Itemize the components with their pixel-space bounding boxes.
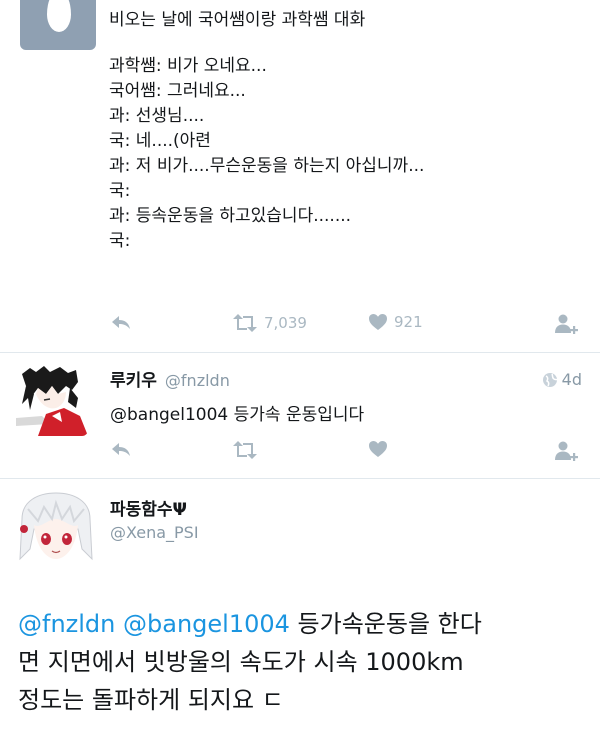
retweet-button[interactable]: 7,039 xyxy=(232,313,307,333)
tweet-text-line: 국어쌤: 그러네요... xyxy=(109,81,246,101)
tweet-text-line: @fnzldn @bangel1004 등가속운동을 한다 xyxy=(18,605,588,643)
heart-icon xyxy=(369,314,387,330)
reply-icon xyxy=(112,443,130,456)
globe-icon xyxy=(542,372,558,387)
anime-character-avatar xyxy=(16,364,88,436)
tweet-text-line: 국: xyxy=(109,181,131,201)
display-name[interactable]: 파동함수Ψ xyxy=(110,495,187,520)
tweet-text-line: 과학쌤: 비가 오네요... xyxy=(109,56,267,76)
tweet-reply: 루키우 @fnzldn 4d @bangel1004 등가속 운동입니다 xyxy=(0,352,600,478)
reply-text: @bangel1004 등가속 운동입니다 xyxy=(110,405,365,425)
heart-icon xyxy=(369,441,387,457)
retweet-icon xyxy=(233,314,257,332)
tweet-original: 비오는 날에 국어쌤이랑 과학쌤 대화 과학쌤: 비가 오네요... 국어쌤: … xyxy=(0,0,600,352)
tweet-text-line: 과: 선생님.... xyxy=(109,106,205,126)
anime-character-avatar xyxy=(14,489,98,573)
tweet-text-line: 국: xyxy=(109,231,131,251)
follow-button[interactable] xyxy=(554,313,580,335)
tweet-text-line: 과: 저 비가....무슨운동을 하는지 아십니까... xyxy=(109,156,425,176)
handle[interactable]: @Xena_PSI xyxy=(110,523,199,542)
follow-icon xyxy=(555,441,578,461)
like-button[interactable] xyxy=(368,440,388,458)
reply-button[interactable] xyxy=(110,440,132,458)
retweet-icon xyxy=(233,441,257,459)
retweet-button[interactable] xyxy=(232,440,258,460)
reply-button[interactable] xyxy=(110,313,132,331)
tweet-text-line: 비오는 날에 국어쌤이랑 과학쌤 대화 xyxy=(109,10,366,30)
tweet-text-line: 면 지면에서 빗방울의 속도가 시속 1000km xyxy=(18,648,464,676)
avatar[interactable] xyxy=(16,364,88,436)
tweet-actions: 7,039 921 xyxy=(110,313,580,343)
mention-link[interactable]: @bangel1004 xyxy=(123,610,290,638)
time-ago: 4d xyxy=(561,370,582,389)
author-row: 루키우 @fnzldn xyxy=(110,366,230,391)
tweet-actions xyxy=(110,440,580,470)
timestamp[interactable]: 4d xyxy=(542,370,582,389)
retweet-count: 7,039 xyxy=(264,314,307,332)
tweet-text: @fnzldn @bangel1004 등가속운동을 한다 면 지면에서 빗방울… xyxy=(18,605,588,719)
avatar[interactable] xyxy=(14,489,98,573)
tweet-text-segment: 등가속운동을 한다 xyxy=(289,610,482,638)
follow-icon xyxy=(555,314,578,334)
tweet-expanded: 파동함수Ψ @Xena_PSI @fnzldn @bangel1004 등가속운… xyxy=(0,479,600,742)
handle[interactable]: @fnzldn xyxy=(165,371,230,390)
tweet-text: 비오는 날에 국어쌤이랑 과학쌤 대화 과학쌤: 비가 오네요... 국어쌤: … xyxy=(109,8,589,254)
follow-button[interactable] xyxy=(554,440,580,462)
reply-icon xyxy=(112,316,130,329)
default-egg-avatar[interactable] xyxy=(20,0,96,50)
display-name[interactable]: 루키우 xyxy=(110,366,157,391)
tweet-text-line: 정도는 돌파하게 되지요 ㄷ xyxy=(18,686,284,714)
tweet-text-line: 과: 등속운동을 하고있습니다....... xyxy=(109,206,352,226)
like-button[interactable]: 921 xyxy=(368,313,423,331)
egg-icon xyxy=(47,0,71,32)
mention-link[interactable]: @fnzldn xyxy=(18,610,115,638)
tweet-text-line: 국: 네....(아련 xyxy=(109,131,211,151)
tweet-text-blank-line xyxy=(109,33,589,54)
like-count: 921 xyxy=(394,313,423,331)
